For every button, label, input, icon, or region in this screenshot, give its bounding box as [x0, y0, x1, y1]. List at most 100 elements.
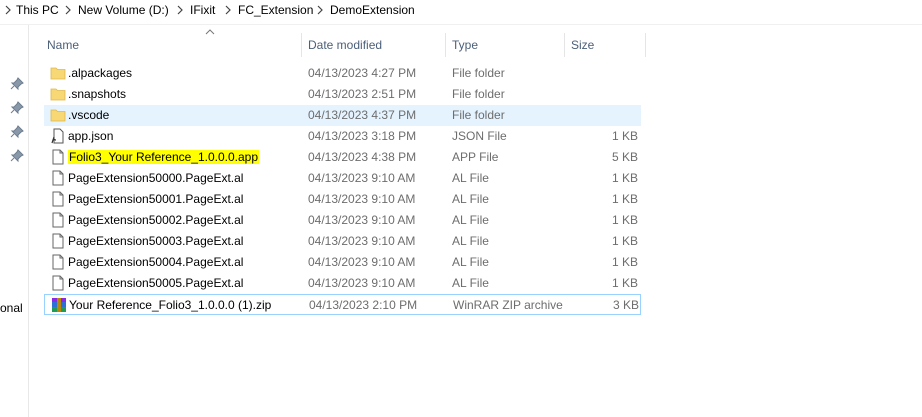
file-row[interactable]: .vscode 04/13/2023 4:37 PM File folder	[44, 105, 641, 126]
file-icon	[52, 275, 64, 291]
file-icon	[52, 191, 64, 207]
file-row[interactable]: Your Reference_Folio3_1.0.0.0 (1).zip 04…	[44, 294, 641, 315]
winrar-archive-icon	[52, 298, 66, 312]
file-date: 04/13/2023 9:10 AM	[308, 255, 416, 269]
chevron-right-icon[interactable]	[316, 3, 324, 17]
file-row[interactable]: .snapshots 04/13/2023 2:51 PM File folde…	[44, 84, 641, 105]
file-date: 04/13/2023 3:18 PM	[308, 129, 417, 143]
file-row[interactable]: PageExtension50000.PageExt.al 04/13/2023…	[44, 168, 641, 189]
file-row[interactable]: PageExtension50001.PageExt.al 04/13/2023…	[44, 189, 641, 210]
breadcrumb-fc-extension[interactable]: FC_Extension	[238, 3, 313, 17]
file-size: 1 KB	[611, 234, 638, 248]
pin-icon[interactable]	[10, 101, 24, 115]
file-name: Folio3_Your Reference_1.0.0.0.app	[68, 147, 260, 168]
file-name: PageExtension50001.PageExt.al	[68, 192, 244, 206]
column-size[interactable]: Size	[571, 33, 594, 57]
column-divider[interactable]	[445, 33, 446, 57]
file-name: PageExtension50002.PageExt.al	[68, 213, 244, 227]
file-icon	[52, 170, 64, 186]
file-type: AL File	[452, 192, 489, 206]
file-row[interactable]: .alpackages 04/13/2023 4:27 PM File fold…	[44, 63, 641, 84]
file-date: 04/13/2023 4:27 PM	[308, 66, 417, 80]
pin-icon[interactable]	[10, 125, 24, 139]
file-name: Your Reference_Folio3_1.0.0.0 (1).zip	[69, 298, 272, 312]
column-divider[interactable]	[645, 33, 646, 57]
chevron-right-icon[interactable]	[176, 3, 184, 17]
file-size	[570, 84, 638, 105]
pin-icon[interactable]	[10, 77, 24, 91]
file-date: 04/13/2023 4:38 PM	[308, 150, 417, 164]
file-type: AL File	[452, 213, 489, 227]
json-file-icon	[51, 128, 64, 144]
nav-item-label[interactable]: onal	[0, 301, 23, 315]
file-size: 1 KB	[611, 171, 638, 185]
file-date: 04/13/2023 9:10 AM	[308, 171, 416, 185]
folder-icon	[50, 67, 66, 80]
file-type: JSON File	[452, 129, 507, 143]
file-date: 04/13/2023 9:10 AM	[308, 276, 416, 290]
file-icon	[52, 254, 64, 270]
breadcrumb-ifixit[interactable]: IFixit	[190, 3, 215, 17]
navigation-pane[interactable]: onal	[0, 25, 29, 417]
breadcrumb-new-volume[interactable]: New Volume (D:)	[78, 3, 169, 17]
file-date: 04/13/2023 9:10 AM	[308, 192, 416, 206]
file-icon	[52, 149, 64, 165]
file-row[interactable]: PageExtension50005.PageExt.al 04/13/2023…	[44, 273, 641, 294]
chevron-right-icon[interactable]	[224, 3, 232, 17]
file-date: 04/13/2023 2:10 PM	[309, 298, 418, 312]
chevron-right-icon[interactable]	[64, 3, 72, 17]
file-row[interactable]: PageExtension50003.PageExt.al 04/13/2023…	[44, 231, 641, 252]
file-size: 1 KB	[611, 213, 638, 227]
file-icon	[52, 212, 64, 228]
breadcrumb: This PC New Volume (D:) IFixit FC_Extens…	[0, 0, 922, 20]
column-divider[interactable]	[564, 33, 565, 57]
file-type: AL File	[452, 171, 489, 185]
file-type: File folder	[452, 87, 505, 101]
file-type: AL File	[452, 234, 489, 248]
folder-icon	[50, 109, 66, 122]
file-size	[570, 63, 638, 84]
file-name: PageExtension50005.PageExt.al	[68, 276, 244, 290]
file-size: 1 KB	[611, 255, 638, 269]
pin-icon[interactable]	[10, 149, 24, 163]
file-name: PageExtension50003.PageExt.al	[68, 234, 244, 248]
sort-ascending-icon	[205, 29, 215, 35]
file-type: File folder	[452, 108, 505, 122]
file-size: 3 KB	[612, 298, 639, 312]
file-type: AL File	[452, 276, 489, 290]
file-name: PageExtension50004.PageExt.al	[68, 255, 244, 269]
file-row[interactable]: PageExtension50004.PageExt.al 04/13/2023…	[44, 252, 641, 273]
file-name: PageExtension50000.PageExt.al	[68, 171, 244, 185]
file-size: 1 KB	[611, 276, 638, 290]
file-date: 04/13/2023 9:10 AM	[308, 234, 416, 248]
file-name: app.json	[68, 129, 114, 143]
file-type: WinRAR ZIP archive	[453, 298, 563, 312]
column-divider[interactable]	[301, 33, 302, 57]
file-date: 04/13/2023 2:51 PM	[308, 87, 417, 101]
file-size: 1 KB	[611, 129, 638, 143]
file-size: 5 KB	[611, 150, 638, 164]
file-date: 04/13/2023 9:10 AM	[308, 213, 416, 227]
file-type: AL File	[452, 255, 489, 269]
file-size: 1 KB	[611, 192, 638, 206]
file-size	[570, 105, 638, 126]
breadcrumb-demoextension[interactable]: DemoExtension	[330, 3, 415, 17]
file-row[interactable]: Folio3_Your Reference_1.0.0.0.app 04/13/…	[44, 147, 641, 168]
file-row[interactable]: PageExtension50002.PageExt.al 04/13/2023…	[44, 210, 641, 231]
file-row[interactable]: app.json 04/13/2023 3:18 PM JSON File 1 …	[44, 126, 641, 147]
file-type: File folder	[452, 66, 505, 80]
breadcrumb-this-pc[interactable]: This PC	[16, 3, 59, 17]
file-type: APP File	[452, 150, 499, 164]
folder-icon	[50, 88, 66, 101]
file-icon	[52, 233, 64, 249]
column-name[interactable]: Name	[47, 33, 79, 57]
file-name: .vscode	[68, 108, 110, 122]
breadcrumb-divider	[0, 24, 922, 25]
file-name: .alpackages	[68, 66, 133, 80]
file-date: 04/13/2023 4:37 PM	[308, 108, 417, 122]
column-date-modified[interactable]: Date modified	[308, 33, 382, 57]
highlighted-file-name: Folio3_Your Reference_1.0.0.0.app	[68, 150, 260, 164]
chevron-right-icon[interactable]	[4, 3, 12, 17]
column-type[interactable]: Type	[452, 33, 478, 57]
column-header: Name Date modified Type Size	[40, 29, 646, 57]
